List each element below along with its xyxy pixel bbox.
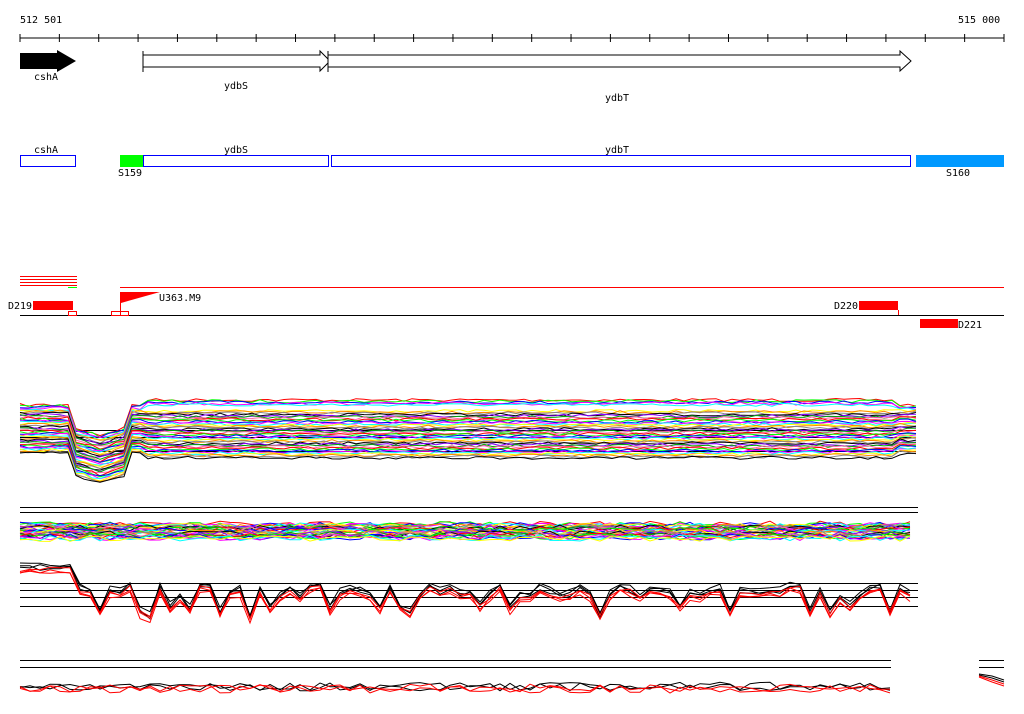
expression-profile-panel-2 [19, 507, 918, 542]
gene-arrow-ydbS[interactable] [142, 49, 331, 73]
expression-profile-panel-1 [19, 397, 917, 484]
feature-u363-flag[interactable] [121, 292, 160, 303]
gene-label-cshA: cshA [34, 72, 58, 83]
profile-line [19, 443, 916, 477]
gene-arrow-ydbT[interactable] [327, 49, 912, 73]
feature-label-d220: D220 [834, 301, 858, 312]
ruler-start-label: 512 501 [20, 15, 62, 26]
segment-label-s160: S160 [946, 168, 970, 179]
gene-arrow-cshA[interactable] [20, 50, 76, 72]
segment-s160[interactable] [916, 155, 1004, 167]
ruler-end-label: 515 000 [958, 15, 1000, 26]
expression-profile-panel-4 [19, 660, 1005, 694]
gene-box-ydbT[interactable] [331, 155, 911, 167]
genome-view: 512 501 515 000 cshA ydbS ydbT cshA S159… [8, 15, 1005, 694]
box-label-ydbT: ydbT [605, 145, 629, 156]
segment-s159[interactable] [120, 155, 143, 167]
profile-line [978, 675, 1005, 685]
gene-box-cshA[interactable] [20, 155, 76, 167]
read-lines [20, 276, 1004, 288]
feature-d220[interactable] [859, 301, 898, 310]
gene-label-ydbS: ydbS [224, 81, 248, 92]
gene-label-ydbT: ydbT [605, 93, 629, 104]
feature-d221[interactable] [920, 319, 958, 328]
box-label-cshA: cshA [34, 145, 58, 156]
feature-label-d221: D221 [958, 320, 982, 331]
expression-profile-panel-3 [19, 562, 918, 625]
feature-label-u363: U363.M9 [159, 293, 201, 304]
genome-browser: 512 501 515 000 cshA ydbS ydbT cshA S159… [0, 0, 1024, 714]
profile-line [19, 448, 917, 482]
box-label-ydbS: ydbS [224, 145, 248, 156]
profile-line [19, 443, 917, 478]
feature-d219[interactable] [33, 301, 73, 310]
gene-box-ydbS[interactable] [143, 155, 329, 167]
segment-label-s159: S159 [118, 168, 142, 179]
feature-label-d219: D219 [8, 301, 32, 312]
